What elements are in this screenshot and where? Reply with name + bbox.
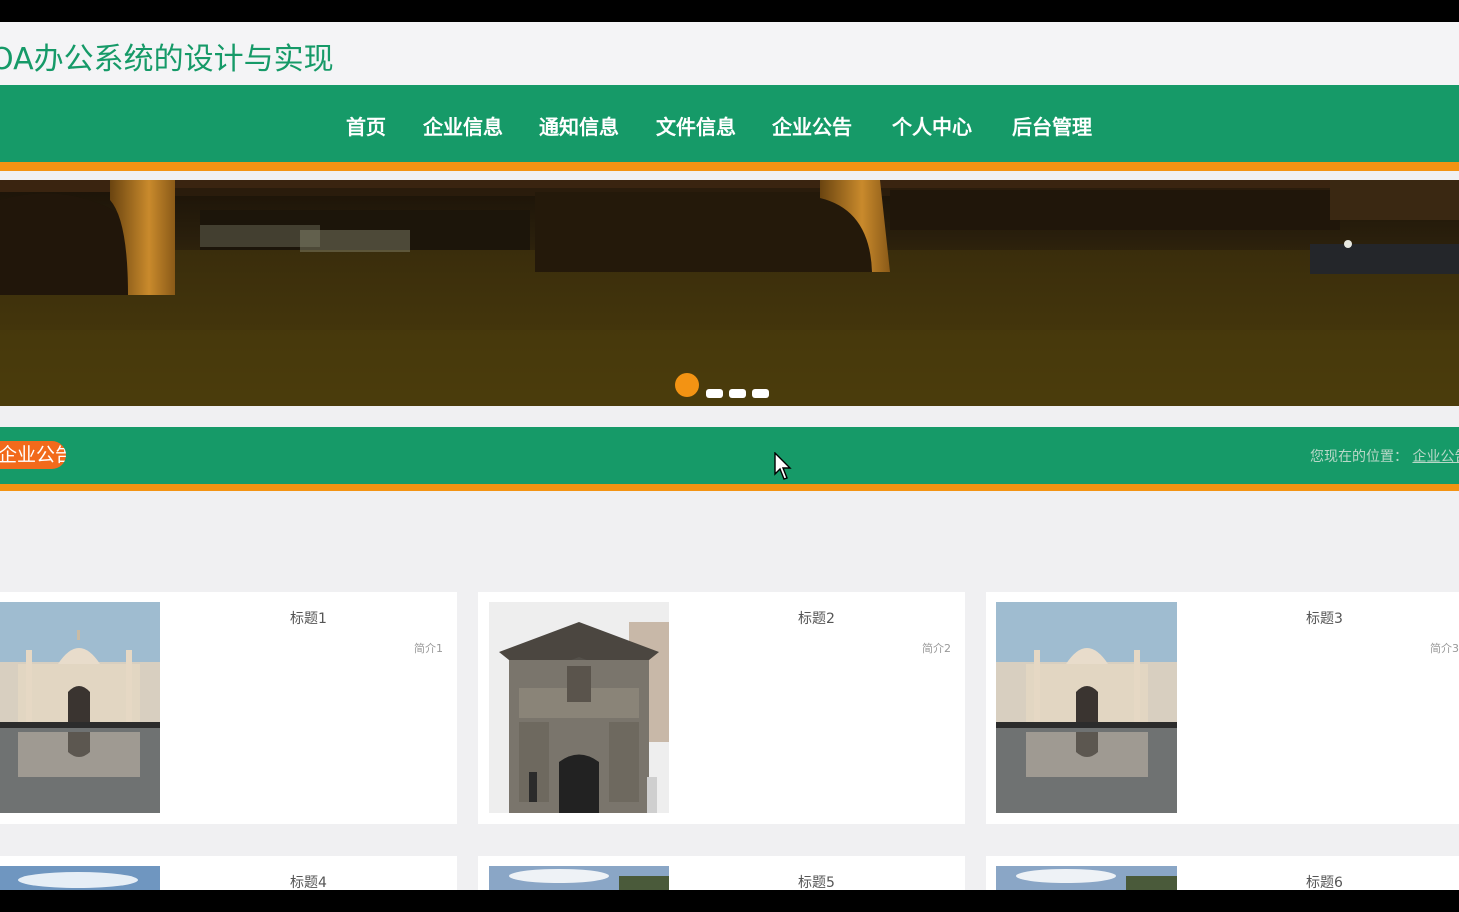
carousel-indicators (0, 180, 1459, 406)
card-title: 标题2 (798, 611, 835, 627)
card-title: 标题3 (1306, 611, 1343, 627)
card-image-sky (0, 866, 160, 890)
breadcrumb-link[interactable]: 企业公告 (1412, 449, 1459, 465)
banner-carousel[interactable] (0, 180, 1459, 406)
nav-notice-info[interactable]: 通知信息 (539, 111, 619, 139)
card-description: 简介2 (922, 642, 951, 655)
nav-company-announcement[interactable]: 企业公告 (772, 111, 852, 139)
nav-company-info[interactable]: 企业信息 (423, 111, 503, 139)
nav-home[interactable]: 首页 (346, 111, 386, 139)
section-header-bar: 企业公告 您现在的位置： 企业公告 (0, 427, 1459, 491)
announcement-card-5[interactable]: 标题5 (478, 856, 965, 890)
carousel-dot-3[interactable] (729, 389, 746, 398)
mouse-cursor-icon (774, 452, 792, 480)
announcement-card-1[interactable]: 标题1 简介1 (0, 592, 457, 824)
nav-list: 首页 企业信息 通知信息 文件信息 企业公告 个人中心 后台管理 (0, 85, 1459, 162)
card-image-archway (489, 602, 669, 813)
card-description: 简介1 (414, 642, 443, 655)
nav-admin[interactable]: 后台管理 (1012, 111, 1092, 139)
browser-viewport: OA办公系统的设计与实现 首页 企业信息 通知信息 文件信息 企业公告 个人中心… (0, 22, 1459, 890)
site-header: OA办公系统的设计与实现 (0, 22, 1459, 85)
main-nav: 首页 企业信息 通知信息 文件信息 企业公告 个人中心 后台管理 (0, 85, 1459, 171)
card-image-sky (996, 866, 1177, 890)
card-title: 标题4 (290, 875, 327, 890)
card-image-sky (489, 866, 669, 890)
announcement-card-4[interactable]: 标题4 (0, 856, 457, 890)
announcement-card-2[interactable]: 标题2 简介2 (478, 592, 965, 824)
carousel-dot-2[interactable] (706, 389, 723, 398)
carousel-dot-4[interactable] (752, 389, 769, 398)
card-title: 标题1 (290, 611, 327, 627)
breadcrumb-prefix: 您现在的位置： (1310, 449, 1408, 465)
nav-personal-center[interactable]: 个人中心 (892, 111, 972, 139)
card-image-mosque (0, 602, 160, 813)
carousel-dot-1[interactable] (675, 373, 699, 397)
nav-file-info[interactable]: 文件信息 (656, 111, 736, 139)
announcement-card-6[interactable]: 标题6 (986, 856, 1459, 890)
announcement-card-3[interactable]: 标题3 简介3 (986, 592, 1459, 824)
card-image-mosque (996, 602, 1177, 813)
card-title: 标题5 (798, 875, 835, 890)
card-description: 简介3 (1430, 642, 1459, 655)
section-title-badge: 企业公告 (0, 441, 66, 469)
card-title: 标题6 (1306, 875, 1343, 890)
site-title: OA办公系统的设计与实现 (0, 42, 334, 77)
breadcrumb: 您现在的位置： 企业公告 (1310, 446, 1459, 466)
